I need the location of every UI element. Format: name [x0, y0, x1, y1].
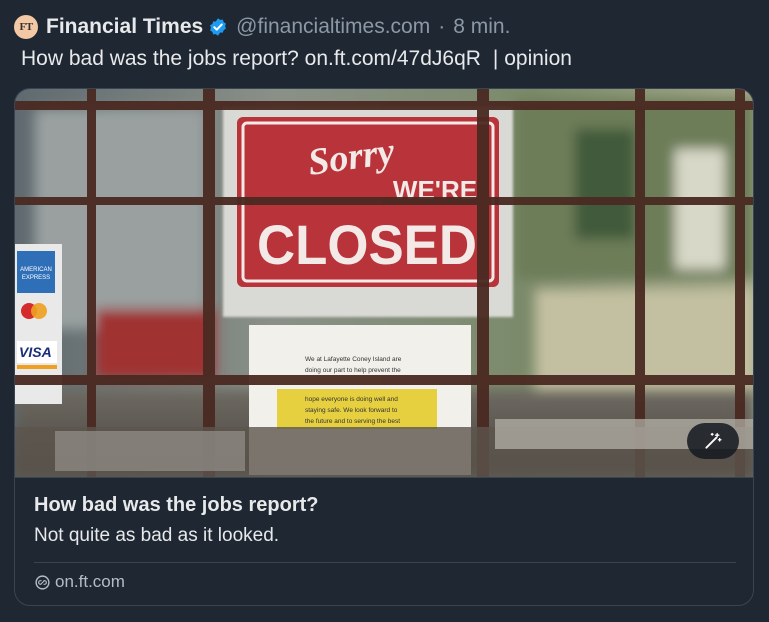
tweet-tag: | opinion	[492, 47, 572, 70]
author-avatar[interactable]: FT	[14, 15, 38, 39]
tweet-body[interactable]: How bad was the jobs report? on.ft.com/4…	[21, 47, 481, 70]
card-title[interactable]: How bad was the jobs report?	[34, 494, 318, 517]
verified-badge-icon	[210, 18, 227, 36]
magic-wand-icon	[705, 432, 722, 449]
tweet-header: FT Financial Times @financialtimes.com ·…	[14, 13, 754, 41]
card-divider	[34, 562, 736, 563]
tweet-timestamp[interactable]: 8 min.	[453, 15, 510, 39]
card-domain-label: on.ft.com	[55, 572, 125, 591]
header-separator: ·	[438, 15, 446, 38]
notice-line: the future and to serving the best	[305, 418, 400, 425]
svg-text:AMERICAN: AMERICAN	[20, 267, 52, 273]
notice-line: doing our part to help prevent the	[305, 367, 401, 374]
notice-line: hope everyone is doing well and	[305, 396, 398, 403]
card-body: How bad was the jobs report? Not quite a…	[15, 477, 753, 605]
tweet-text: How bad was the jobs report? on.ft.com/4…	[21, 47, 761, 71]
link-icon	[35, 574, 50, 590]
svg-text:VISA: VISA	[19, 344, 52, 360]
card-domain[interactable]: on.ft.com	[34, 572, 125, 592]
sign-closed-text: CLOSED	[257, 213, 477, 276]
card-description: Not quite as bad as it looked.	[34, 525, 280, 546]
image-edit-button[interactable]	[687, 423, 739, 459]
author-handle[interactable]: @financialtimes.com	[236, 15, 430, 39]
card-image[interactable]: AMERICAN EXPRESS VISA Sorry WE'RE CLOSED…	[15, 89, 753, 477]
author-name[interactable]: Financial Times	[46, 15, 203, 39]
notice-line: staying safe. We look forward to	[305, 407, 398, 414]
link-card[interactable]: AMERICAN EXPRESS VISA Sorry WE'RE CLOSED…	[14, 88, 754, 606]
notice-line: We at Lafayette Coney Island are	[305, 356, 402, 363]
svg-text:EXPRESS: EXPRESS	[22, 275, 50, 281]
